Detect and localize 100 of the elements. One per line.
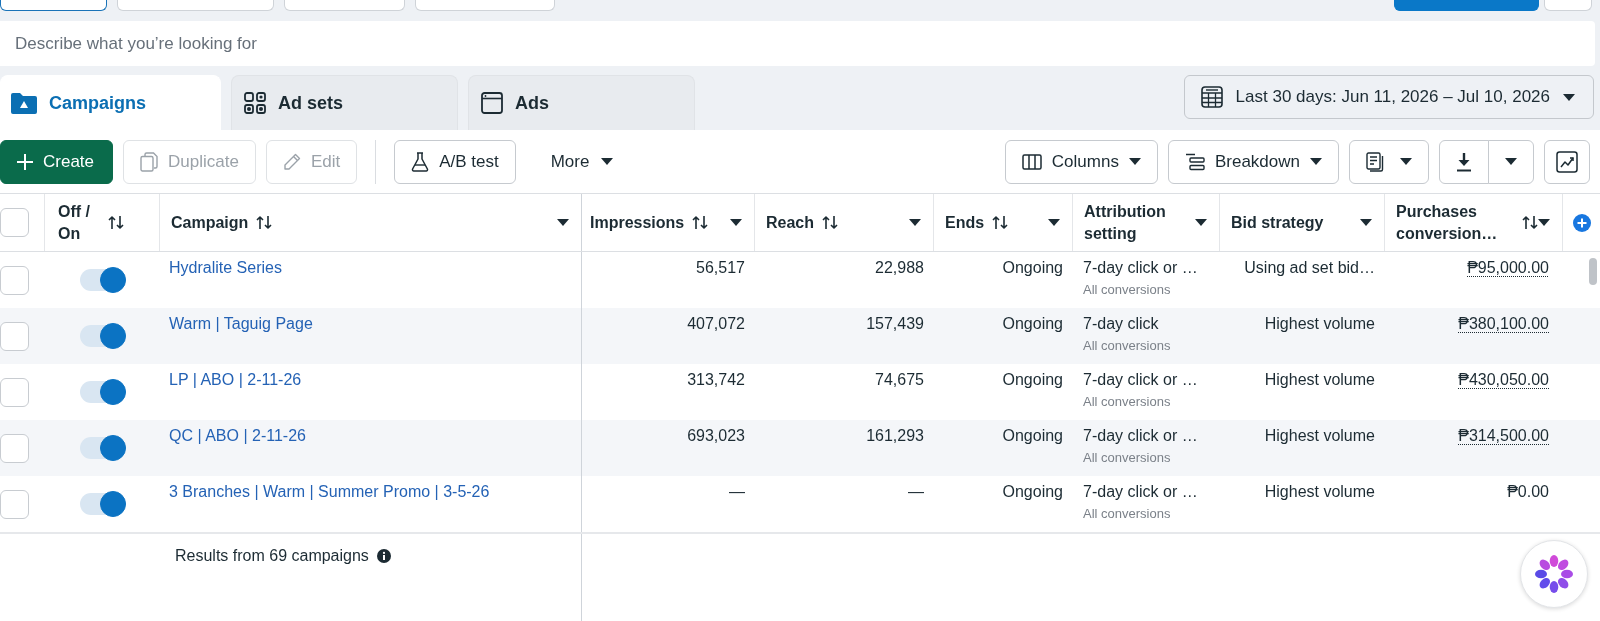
info-icon[interactable] <box>376 549 391 563</box>
impressions-value: 693,023 <box>687 427 745 444</box>
campaign-link[interactable]: QC | ABO | 2-11-26 <box>169 427 306 444</box>
caret-icon[interactable] <box>730 219 742 226</box>
column-header[interactable]: Impressions <box>590 211 685 234</box>
caret-icon[interactable] <box>557 219 569 226</box>
campaign-link[interactable]: 3 Branches | Warm | Summer Promo | 3-5-26 <box>169 483 490 500</box>
attribution-setting-text: 7-day click or … <box>1083 370 1199 390</box>
toggle-switch[interactable] <box>80 491 126 517</box>
column-header[interactable]: Purchases conversion… <box>1396 200 1514 245</box>
sort-icon[interactable] <box>992 215 1009 230</box>
stacked-bars-icon <box>1184 152 1205 171</box>
sort-icon[interactable] <box>256 215 273 230</box>
caret-icon[interactable] <box>1360 219 1372 226</box>
sort-icon[interactable] <box>1522 215 1538 230</box>
breakdown-button[interactable]: Breakdown <box>1167 139 1339 184</box>
caret-icon[interactable] <box>1048 219 1060 226</box>
campaign-link[interactable]: LP | ABO | 2-11-26 <box>169 371 302 388</box>
caret-icon[interactable] <box>1538 219 1550 226</box>
document-menu-button[interactable] <box>1349 139 1429 184</box>
attribution-detail-text: All conversions <box>1083 449 1172 466</box>
scrollbar-thumb[interactable] <box>1589 258 1597 285</box>
caret-icon <box>1310 158 1322 165</box>
pencil-icon <box>282 152 301 171</box>
purchases-value: ₱380,100.00 <box>1458 315 1549 332</box>
impressions-value: — <box>729 483 745 500</box>
tab[interactable]: Ad sets <box>231 75 458 130</box>
caret-icon <box>1563 93 1575 101</box>
grid-icon <box>244 92 266 114</box>
document-icon <box>1366 151 1386 172</box>
ends-text: Ongoing <box>1002 427 1063 444</box>
search-field[interactable]: Describe what you’re looking for <box>0 21 1595 66</box>
bid-strategy-text: Highest volume <box>1264 427 1375 444</box>
impressions-value: 56,517 <box>696 259 745 276</box>
caret-icon <box>1128 158 1141 165</box>
sort-icon[interactable] <box>108 215 124 230</box>
caret-icon <box>601 158 614 165</box>
checkbox[interactable] <box>0 433 29 463</box>
reach-value: 22,988 <box>875 259 924 276</box>
toggle-switch[interactable] <box>80 435 126 461</box>
column-header[interactable]: Attribution setting <box>1084 200 1195 245</box>
attribution-setting-text: 7-day click or … <box>1083 482 1199 502</box>
copy-icon <box>140 151 158 172</box>
bid-strategy-text: Using ad set bid… <box>1244 259 1375 276</box>
purchases-value: ₱0.00 <box>1507 483 1549 500</box>
checkbox[interactable] <box>0 208 29 237</box>
campaign-link[interactable]: Warm | Taguig Page <box>169 315 313 332</box>
reach-value: 161,293 <box>866 427 924 444</box>
attribution-setting-text: 7-day click or … <box>1083 258 1199 278</box>
bid-strategy-text: Highest volume <box>1264 483 1375 500</box>
sort-icon[interactable] <box>692 215 709 230</box>
toggle-switch[interactable] <box>80 267 126 293</box>
impressions-value: 407,072 <box>687 315 745 332</box>
campaign-link[interactable]: Hydralite Series <box>169 259 282 276</box>
column-header[interactable]: Ends <box>945 211 985 234</box>
impressions-value: 313,742 <box>687 371 745 388</box>
checkbox[interactable] <box>0 377 29 407</box>
ends-text: Ongoing <box>1002 483 1063 500</box>
column-header[interactable]: Off / On <box>58 200 100 245</box>
toolbar-button[interactable] <box>0 0 107 11</box>
bid-strategy-text: Highest volume <box>1264 315 1375 332</box>
folder-icon <box>11 92 37 114</box>
flask-icon <box>411 151 430 172</box>
attribution-detail-text: All conversions <box>1083 281 1172 298</box>
plus-circle-icon[interactable] <box>1572 213 1591 232</box>
ends-text: Ongoing <box>1002 259 1063 276</box>
results-summary: Results from 69 campaigns <box>175 546 369 566</box>
download-icon <box>1456 151 1472 172</box>
caret-icon[interactable] <box>909 219 921 226</box>
chart-button[interactable] <box>1544 139 1590 184</box>
columns-button[interactable]: Columns <box>1004 139 1158 184</box>
toggle-switch[interactable] <box>80 379 126 405</box>
more-button[interactable]: More <box>533 139 631 184</box>
purchases-value: ₱314,500.00 <box>1458 427 1549 444</box>
chart-icon <box>1556 150 1578 173</box>
tab[interactable]: Campaigns <box>0 75 221 130</box>
columns-icon <box>1021 153 1042 170</box>
caret-icon[interactable] <box>1195 219 1207 226</box>
column-header[interactable]: Reach <box>766 211 815 234</box>
window-icon <box>481 92 503 114</box>
caret-icon <box>1400 158 1412 165</box>
reach-value: — <box>908 483 924 500</box>
checkbox[interactable] <box>0 265 29 295</box>
column-header[interactable]: Campaign <box>171 211 249 234</box>
ab-test-button[interactable]: A/B test <box>394 139 516 184</box>
bid-strategy-text: Highest volume <box>1264 371 1375 388</box>
date-range-button[interactable]: Last 30 days: Jun 11, 2026 – Jul 10, 2026 <box>1183 75 1594 119</box>
download-button[interactable] <box>1439 139 1489 184</box>
checkbox[interactable] <box>0 321 29 351</box>
plus-icon <box>17 153 33 170</box>
column-header[interactable]: Bid strategy <box>1231 211 1324 234</box>
calendar-icon <box>1200 86 1223 108</box>
sort-icon[interactable] <box>822 215 839 230</box>
create-button[interactable]: Create <box>0 139 113 184</box>
reach-value: 74,675 <box>875 371 924 388</box>
toggle-switch[interactable] <box>80 323 126 349</box>
tab[interactable]: Ads <box>468 75 695 130</box>
caret-icon <box>1505 158 1517 165</box>
petal-ring-icon <box>1534 554 1574 594</box>
checkbox[interactable] <box>0 489 29 519</box>
